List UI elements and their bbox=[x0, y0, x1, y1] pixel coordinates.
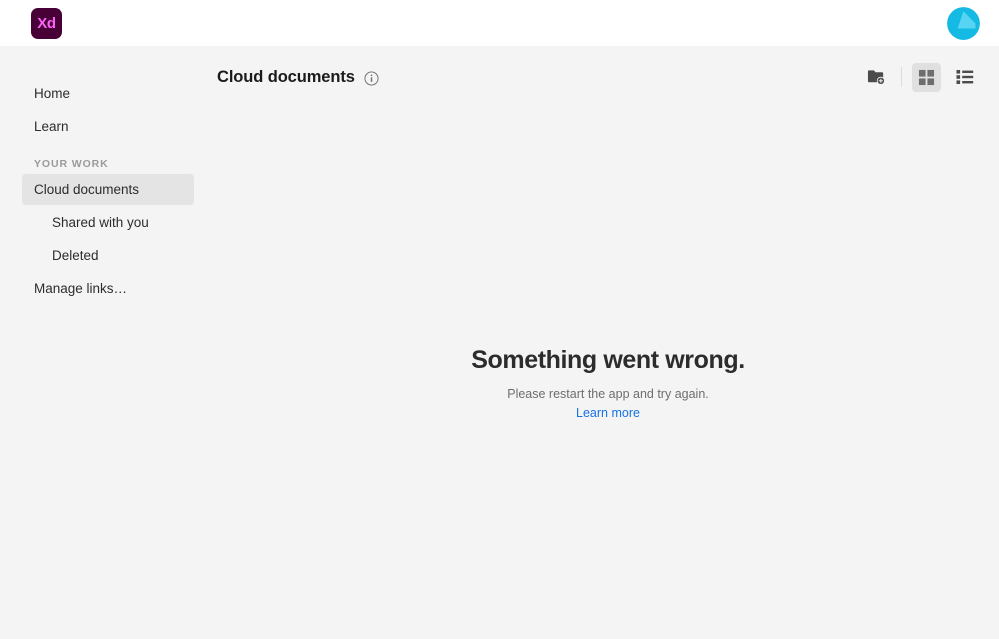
sidebar: Home Learn YOUR WORK Cloud documents Sha… bbox=[0, 46, 217, 639]
error-title: Something went wrong. bbox=[471, 346, 745, 374]
app-body: Home Learn YOUR WORK Cloud documents Sha… bbox=[0, 46, 999, 639]
sidebar-item-label: Cloud documents bbox=[34, 182, 140, 197]
sidebar-item-shared-with-you[interactable]: Shared with you bbox=[22, 207, 194, 238]
page-title: Cloud documents bbox=[217, 67, 355, 86]
sidebar-item-learn[interactable]: Learn bbox=[22, 111, 194, 142]
sidebar-item-home[interactable]: Home bbox=[22, 78, 194, 109]
info-circle-icon[interactable] bbox=[364, 70, 379, 86]
sidebar-item-deleted[interactable]: Deleted bbox=[22, 240, 194, 271]
xd-app-window: Xd Home Learn YOUR WORK Cloud documents bbox=[0, 0, 999, 639]
adobe-xd-logo[interactable]: Xd bbox=[31, 7, 62, 39]
list-view-icon[interactable] bbox=[950, 63, 979, 92]
sidebar-item-cloud-documents[interactable]: Cloud documents bbox=[22, 174, 194, 205]
view-toolbar bbox=[862, 62, 979, 92]
new-folder-icon[interactable] bbox=[862, 63, 891, 92]
toolbar-divider bbox=[901, 67, 902, 87]
user-avatar[interactable] bbox=[947, 6, 980, 40]
top-bar: Xd bbox=[0, 0, 999, 46]
sidebar-section-your-work: YOUR WORK bbox=[22, 154, 194, 174]
sidebar-item-manage-links[interactable]: Manage links… bbox=[22, 273, 194, 304]
sidebar-item-label: Home bbox=[34, 86, 71, 101]
learn-more-link[interactable]: Learn more bbox=[576, 406, 640, 420]
content-header: Cloud documents bbox=[217, 46, 999, 108]
content-area: Cloud documents Something went wrong. Pl… bbox=[217, 46, 999, 639]
sidebar-section-label: YOUR WORK bbox=[34, 158, 109, 170]
grid-view-icon[interactable] bbox=[912, 62, 941, 92]
sidebar-item-label: Manage links… bbox=[34, 281, 128, 296]
adobe-xd-logo-text: Xd bbox=[37, 14, 56, 32]
sidebar-item-label: Deleted bbox=[52, 248, 99, 263]
sidebar-item-label: Shared with you bbox=[52, 215, 149, 230]
error-state: Something went wrong. Please restart the… bbox=[217, 108, 999, 639]
sidebar-item-label: Learn bbox=[34, 119, 69, 134]
error-subtitle: Please restart the app and try again. bbox=[507, 386, 709, 401]
